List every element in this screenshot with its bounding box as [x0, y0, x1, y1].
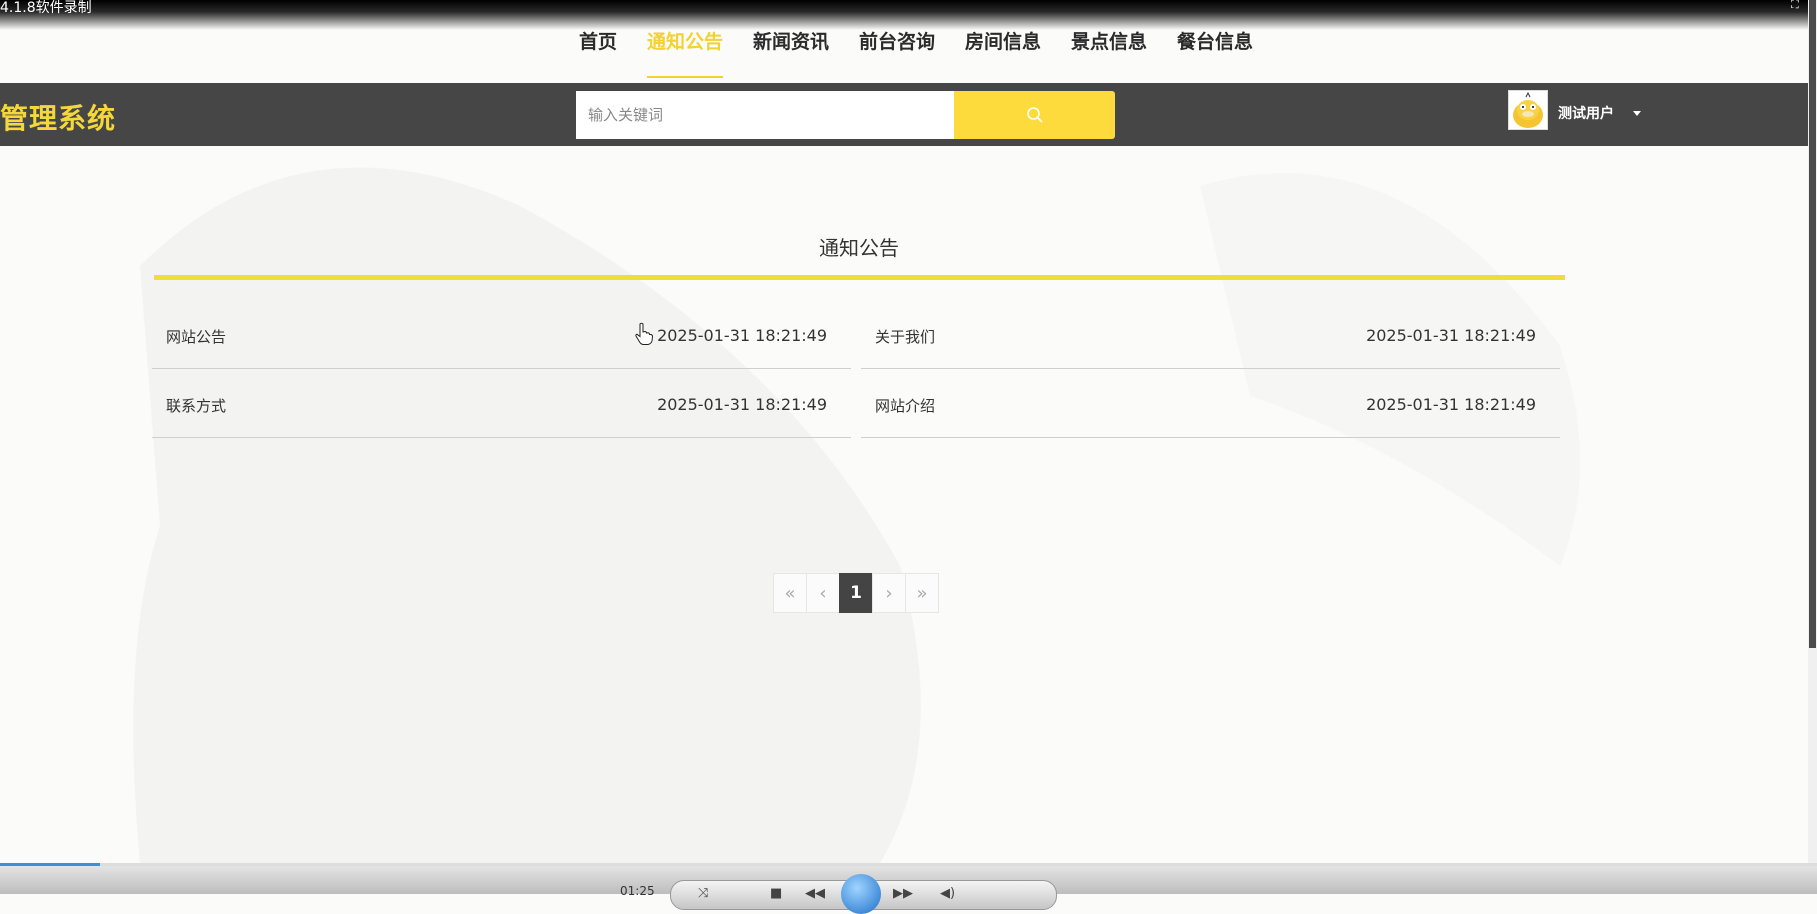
- page-prev-button[interactable]: ‹: [806, 573, 840, 613]
- top-nav: 首页 通知公告 新闻资讯 前台咨询 房间信息 景点信息 餐台信息: [0, 0, 1808, 83]
- list-item[interactable]: 联系方式 2025-01-31 18:21:49: [152, 370, 851, 438]
- notice-date: 2025-01-31 18:21:49: [1366, 326, 1536, 345]
- recorder-control-bar: 01:25 ⤨ ■ ◀◀ ▶▶ ◀): [0, 863, 1817, 914]
- search-button[interactable]: [954, 91, 1115, 139]
- search-icon: [1026, 107, 1043, 123]
- search-input[interactable]: [576, 91, 954, 139]
- page-next-button[interactable]: ›: [872, 573, 906, 613]
- nav-item-notices[interactable]: 通知公告: [646, 0, 723, 78]
- notice-date: 2025-01-31 18:21:49: [1366, 395, 1536, 414]
- avatar[interactable]: [1508, 90, 1548, 130]
- duck-avatar-icon: [1513, 91, 1543, 128]
- scrollbar[interactable]: [1808, 0, 1817, 865]
- nav-item-rooms[interactable]: 房间信息: [965, 0, 1041, 56]
- recorder-progress-track[interactable]: [0, 863, 1817, 866]
- caret-down-icon[interactable]: [1633, 111, 1641, 116]
- hand-cursor-icon: [635, 322, 654, 345]
- notice-title[interactable]: 网站公告: [166, 326, 226, 347]
- scrollbar-thumb[interactable]: [1809, 0, 1816, 648]
- notice-date: 2025-01-31 18:21:49: [657, 395, 827, 414]
- notice-title[interactable]: 关于我们: [875, 326, 935, 347]
- recorder-progress-fill: [0, 863, 100, 866]
- page-current-button[interactable]: 1: [839, 573, 873, 613]
- nav-item-dining[interactable]: 餐台信息: [1177, 0, 1253, 56]
- header-bar: 管理系统 测试用户: [0, 83, 1808, 146]
- notice-date: 2025-01-31 18:21:49: [657, 326, 827, 345]
- page-first-button[interactable]: «: [773, 573, 807, 613]
- pagination: « ‹ 1 › »: [773, 573, 939, 615]
- user-name[interactable]: 测试用户: [1558, 103, 1614, 123]
- section-title-underline: [154, 275, 1565, 280]
- notice-title[interactable]: 联系方式: [166, 395, 226, 416]
- list-item[interactable]: 网站介绍 2025-01-31 18:21:49: [861, 370, 1560, 438]
- nav-item-home[interactable]: 首页: [579, 0, 617, 56]
- section-title: 通知公告: [819, 236, 899, 260]
- notice-title[interactable]: 网站介绍: [875, 395, 935, 416]
- nav-item-attractions[interactable]: 景点信息: [1071, 0, 1147, 56]
- recorder-time: 01:25: [620, 884, 655, 898]
- brand-title: 管理系统: [0, 102, 117, 135]
- list-item[interactable]: 网站公告 2025-01-31 18:21:49: [152, 301, 851, 369]
- page-last-button[interactable]: »: [905, 573, 939, 613]
- nav-item-consult[interactable]: 前台咨询: [859, 0, 935, 56]
- list-item[interactable]: 关于我们 2025-01-31 18:21:49: [861, 301, 1560, 369]
- nav-item-news[interactable]: 新闻资讯: [753, 0, 829, 56]
- play-button[interactable]: [841, 874, 881, 914]
